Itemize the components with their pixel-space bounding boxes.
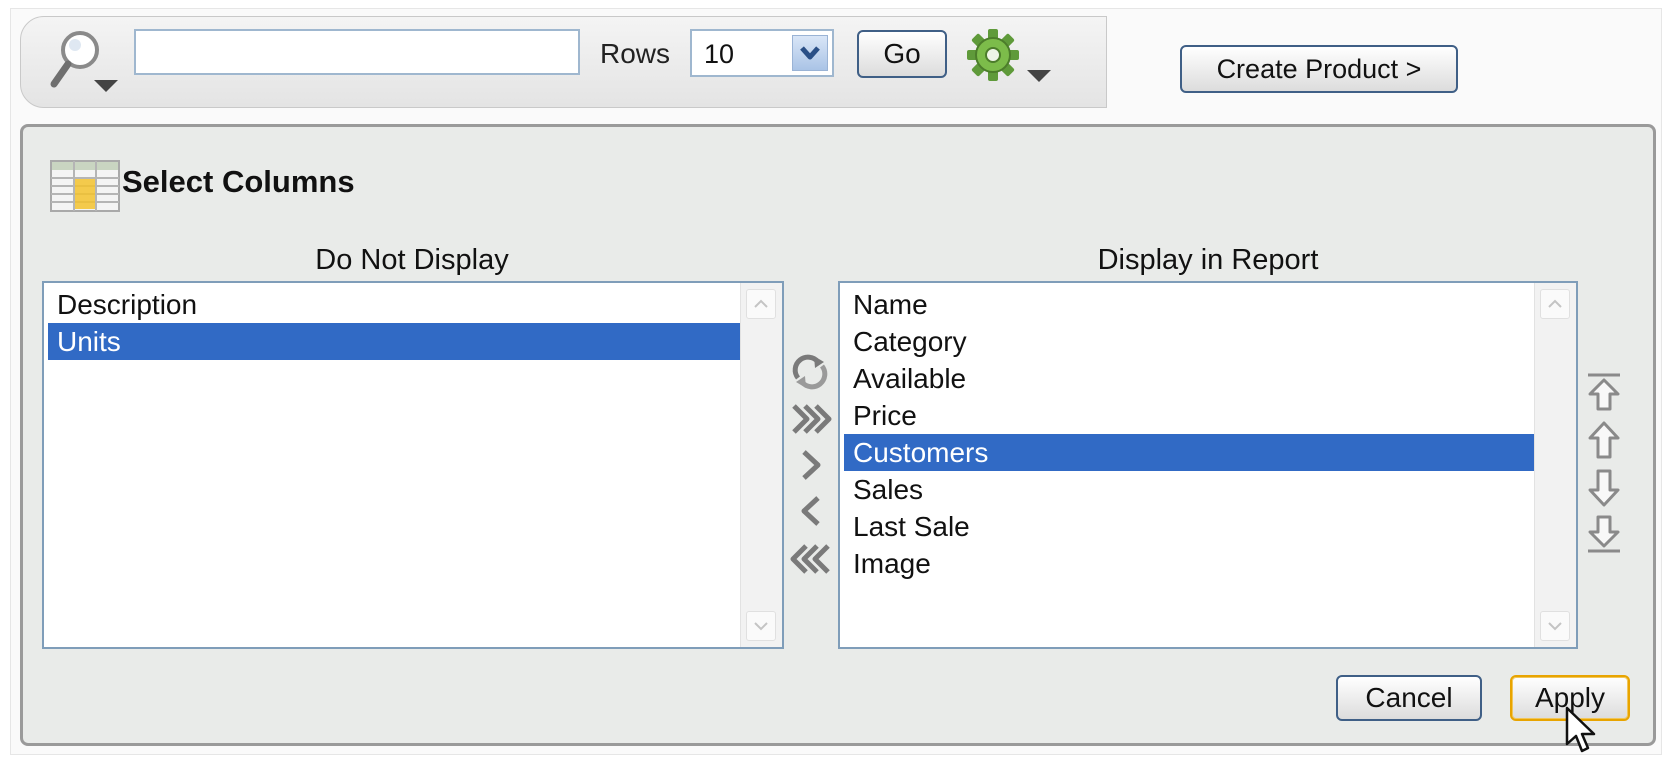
- go-button[interactable]: Go: [857, 30, 947, 78]
- display-in-report-heading: Display in Report: [1097, 244, 1319, 276]
- list-item[interactable]: Name: [844, 286, 1576, 323]
- mouse-cursor: [1565, 706, 1599, 756]
- panel-title: Select Columns: [122, 164, 355, 199]
- scroll-down-icon[interactable]: [1540, 611, 1570, 641]
- move-left-icon[interactable]: [796, 492, 826, 530]
- gear-icon[interactable]: [965, 28, 1055, 90]
- search-input[interactable]: [134, 29, 580, 75]
- list-item[interactable]: Description: [48, 286, 782, 323]
- left-list-items: Description Units: [44, 283, 782, 360]
- scroll-up-icon[interactable]: [746, 289, 776, 319]
- right-list-scrollbar[interactable]: [1534, 283, 1576, 647]
- list-item[interactable]: Category: [844, 323, 1576, 360]
- list-item[interactable]: Available: [844, 360, 1576, 397]
- move-bottom-icon[interactable]: [1584, 514, 1624, 554]
- reset-icon[interactable]: [790, 352, 830, 392]
- move-down-icon[interactable]: [1584, 468, 1624, 508]
- rows-value: 10: [704, 39, 735, 69]
- move-top-icon[interactable]: [1584, 372, 1624, 412]
- create-product-button[interactable]: Create Product >: [1180, 45, 1458, 93]
- scroll-up-icon[interactable]: [1540, 289, 1570, 319]
- left-list-scrollbar[interactable]: [740, 283, 782, 647]
- list-item[interactable]: Image: [844, 545, 1576, 582]
- scroll-down-icon[interactable]: [746, 611, 776, 641]
- list-item[interactable]: Last Sale: [844, 508, 1576, 545]
- cancel-button[interactable]: Cancel: [1336, 675, 1482, 721]
- do-not-display-heading: Do Not Display: [315, 244, 509, 276]
- chevron-down-icon[interactable]: [792, 35, 828, 71]
- move-all-right-icon[interactable]: [790, 400, 832, 438]
- display-in-report-list[interactable]: Name Category Available Price Customers Sales…: [838, 281, 1578, 649]
- list-item[interactable]: Price: [844, 397, 1576, 434]
- move-right-icon[interactable]: [796, 446, 826, 484]
- right-list-items: Name Category Available Price Customers Sales…: [840, 283, 1576, 582]
- move-all-left-icon[interactable]: [790, 540, 832, 578]
- do-not-display-list[interactable]: Description Units: [42, 281, 784, 649]
- list-item[interactable]: Customers: [844, 434, 1576, 471]
- list-item[interactable]: Units: [48, 323, 782, 360]
- rows-select[interactable]: 10: [690, 29, 834, 77]
- move-up-icon[interactable]: [1584, 420, 1624, 460]
- columns-table-icon: [50, 160, 120, 212]
- rows-label: Rows: [600, 38, 671, 69]
- list-item[interactable]: Sales: [844, 471, 1576, 508]
- search-icon[interactable]: [42, 28, 122, 98]
